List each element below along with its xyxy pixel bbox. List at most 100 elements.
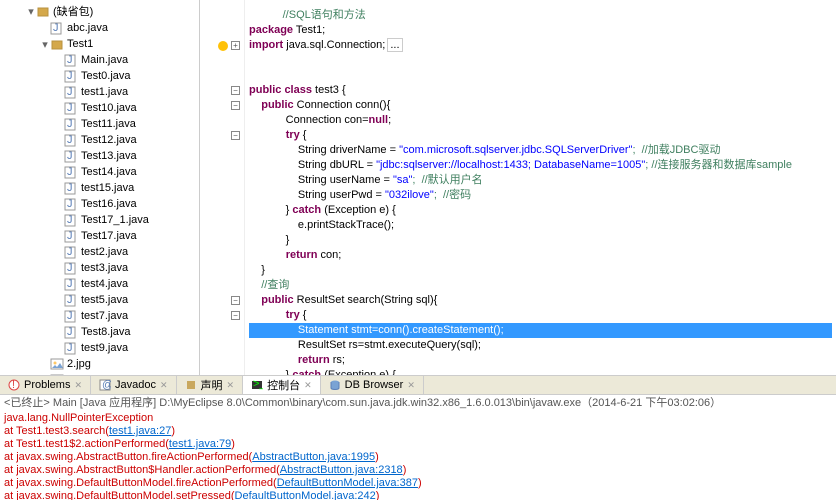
stack-link[interactable]: AbstractButton.java:2318 xyxy=(280,464,403,476)
fold-minus-icon[interactable]: − xyxy=(231,311,240,320)
gutter-marker[interactable] xyxy=(200,173,244,188)
stack-link[interactable]: AbstractButton.java:1995 xyxy=(252,451,375,463)
tree-item[interactable]: Jtest1.java xyxy=(0,84,199,100)
code-line[interactable]: String driverName = "com.microsoft.sqlse… xyxy=(249,143,832,158)
stack-link[interactable]: DefaultButtonModel.java:242 xyxy=(235,490,376,500)
code-line[interactable]: String dbURL = "jdbc:sqlserver://localho… xyxy=(249,158,832,173)
tab-console[interactable]: >_控制台✕ xyxy=(243,376,321,394)
gutter-marker[interactable] xyxy=(200,8,244,23)
stack-link[interactable]: test1.java:27 xyxy=(109,425,171,437)
tree-item[interactable]: JTest0.java xyxy=(0,68,199,84)
code-line[interactable]: //SQL语句和方法 xyxy=(249,8,832,23)
console-view[interactable]: <已终止> Main [Java 应用程序] D:\MyEclipse 8.0\… xyxy=(0,395,836,500)
code-line[interactable]: } xyxy=(249,233,832,248)
gutter-marker[interactable] xyxy=(200,188,244,203)
close-icon[interactable]: ✕ xyxy=(74,380,82,391)
tree-item[interactable]: Jtest5.java xyxy=(0,292,199,308)
code-line[interactable]: } catch (Exception e) { xyxy=(249,203,832,218)
tab-decl[interactable]: 声明✕ xyxy=(177,376,244,394)
fold-plus-icon[interactable]: + xyxy=(231,41,240,50)
fold-minus-icon[interactable]: − xyxy=(231,131,240,140)
close-icon[interactable]: ✕ xyxy=(160,380,168,391)
gutter-marker[interactable] xyxy=(200,263,244,278)
tree-item[interactable]: Jtest15.java xyxy=(0,180,199,196)
tab-db[interactable]: DB Browser✕ xyxy=(321,376,424,394)
code-line[interactable]: public Connection conn(){ xyxy=(249,98,832,113)
fold-minus-icon[interactable]: − xyxy=(231,101,240,110)
tree-item[interactable]: JTest17_1.java xyxy=(0,212,199,228)
code-line[interactable]: ResultSet rs=stmt.executeQuery(sql); xyxy=(249,338,832,353)
tree-item[interactable]: Jtest4.java xyxy=(0,276,199,292)
tree-item[interactable]: Jtest9.java xyxy=(0,340,199,356)
gutter-marker[interactable]: − xyxy=(200,293,244,308)
expand-arrow-icon[interactable]: ▾ xyxy=(26,5,36,18)
tree-item[interactable]: JTest11.java xyxy=(0,116,199,132)
tree-arrow-icon[interactable]: ▾ xyxy=(40,38,50,51)
tree-item[interactable]: 2.jpg xyxy=(0,356,199,372)
code-line[interactable]: public ResultSet search(String sql){ xyxy=(249,293,832,308)
code-line[interactable]: Statement stmt=conn().createStatement(); xyxy=(249,323,832,338)
fold-minus-icon[interactable]: − xyxy=(231,86,240,95)
code-line[interactable]: try { xyxy=(249,308,832,323)
fold-minus-icon[interactable]: − xyxy=(231,296,240,305)
tree-item[interactable]: Jtest7.java xyxy=(0,308,199,324)
code-line[interactable] xyxy=(249,53,832,68)
tree-item[interactable]: Jabc.java xyxy=(0,20,199,36)
tree-item[interactable]: JTest10.java xyxy=(0,100,199,116)
tree-item[interactable]: Jtest3.java xyxy=(0,260,199,276)
gutter-marker[interactable] xyxy=(200,203,244,218)
code-line[interactable]: try { xyxy=(249,128,832,143)
code-line[interactable]: //查询 xyxy=(249,278,832,293)
gutter-marker[interactable] xyxy=(200,248,244,263)
code-line[interactable]: package Test1; xyxy=(249,23,832,38)
close-icon[interactable]: ✕ xyxy=(304,380,312,391)
tree-item[interactable]: JTest12.java xyxy=(0,132,199,148)
code-area[interactable]: //SQL语句和方法package Test1;import java.sql.… xyxy=(245,0,836,375)
gutter-marker[interactable] xyxy=(200,218,244,233)
gutter-marker[interactable]: + xyxy=(200,38,244,53)
code-line[interactable]: e.printStackTrace(); xyxy=(249,218,832,233)
stack-link[interactable]: DefaultButtonModel.java:387 xyxy=(277,477,418,489)
code-line[interactable]: } xyxy=(249,263,832,278)
tree-item[interactable]: JTest13.java xyxy=(0,148,199,164)
gutter-marker[interactable]: − xyxy=(200,98,244,113)
code-line[interactable]: import java.sql.Connection;... xyxy=(249,38,832,53)
code-line[interactable]: public class test3 { xyxy=(249,83,832,98)
gutter-marker[interactable] xyxy=(200,53,244,68)
package-explorer[interactable]: ▾ (缺省包) Jabc.java▾Test1 JMain.java JTest… xyxy=(0,0,200,375)
close-icon[interactable]: ✕ xyxy=(227,380,235,391)
tree-item[interactable]: JTest14.java xyxy=(0,164,199,180)
tree-item[interactable]: ▾Test1 xyxy=(0,36,199,52)
code-line[interactable]: return con; xyxy=(249,248,832,263)
tree-item[interactable]: JTest8.java xyxy=(0,324,199,340)
tree-item[interactable]: Jtest2.java xyxy=(0,244,199,260)
code-line[interactable]: } catch (Exception e) { xyxy=(249,368,832,375)
gutter-marker[interactable]: − xyxy=(200,128,244,143)
code-line[interactable]: String userPwd = "032ilove"; //密码 xyxy=(249,188,832,203)
gutter-marker[interactable] xyxy=(200,158,244,173)
tab-problems[interactable]: !Problems✕ xyxy=(0,376,91,394)
close-icon[interactable]: ✕ xyxy=(407,380,415,391)
code-line[interactable]: return rs; xyxy=(249,353,832,368)
gutter-marker[interactable] xyxy=(200,68,244,83)
stack-link[interactable]: test1.java:79 xyxy=(169,438,231,450)
tab-javadoc[interactable]: @Javadoc✕ xyxy=(91,376,177,394)
gutter-marker[interactable] xyxy=(200,23,244,38)
gutter-marker[interactable] xyxy=(200,233,244,248)
gutter-marker[interactable] xyxy=(200,113,244,128)
gutter-marker[interactable] xyxy=(200,368,244,375)
gutter-marker[interactable]: − xyxy=(200,308,244,323)
editor-gutter[interactable]: +−−−−−−− xyxy=(200,0,245,375)
gutter-marker[interactable] xyxy=(200,323,244,338)
gutter-marker[interactable]: − xyxy=(200,83,244,98)
code-line[interactable]: String userName = "sa"; //默认用户名 xyxy=(249,173,832,188)
gutter-marker[interactable] xyxy=(200,338,244,353)
tree-item[interactable]: JMain.java xyxy=(0,52,199,68)
gutter-marker[interactable] xyxy=(200,278,244,293)
code-line[interactable]: Connection con=null; xyxy=(249,113,832,128)
tree-package-root[interactable]: ▾ (缺省包) xyxy=(0,2,199,20)
tree-item[interactable]: JTest16.java xyxy=(0,196,199,212)
editor[interactable]: +−−−−−−− //SQL语句和方法package Test1;import … xyxy=(200,0,836,375)
gutter-marker[interactable] xyxy=(200,353,244,368)
code-line[interactable] xyxy=(249,68,832,83)
